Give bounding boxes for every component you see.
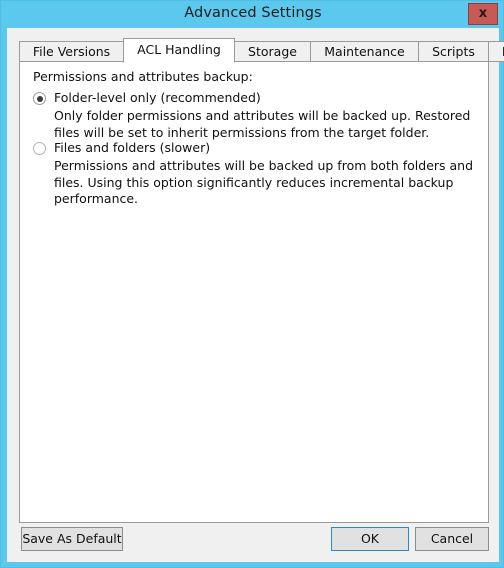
close-button[interactable]: x bbox=[468, 3, 498, 25]
radio-row[interactable]: Folder-level only (recommended) bbox=[33, 90, 477, 108]
close-icon: x bbox=[478, 6, 488, 21]
advanced-settings-dialog: Advanced Settings x File Versions ACL Ha… bbox=[0, 0, 504, 568]
window-title: Advanced Settings bbox=[184, 5, 322, 21]
option-description: Permissions and attributes will be backe… bbox=[54, 158, 474, 206]
radio-button-files-and-folders[interactable] bbox=[33, 142, 46, 155]
acl-handling-panel: Permissions and attributes backup: Folde… bbox=[19, 61, 489, 523]
tab-label: ACL Handling bbox=[137, 42, 221, 57]
radio-label: Files and folders (slower) bbox=[54, 140, 211, 155]
permissions-group-label: Permissions and attributes backup: bbox=[33, 69, 253, 84]
tab-acl-handling[interactable]: ACL Handling bbox=[123, 38, 235, 63]
tab-storage[interactable]: Storage bbox=[234, 41, 311, 62]
title-bar: Advanced Settings x bbox=[1, 1, 504, 28]
radio-label: Folder-level only (recommended) bbox=[54, 90, 261, 105]
cancel-button[interactable]: Cancel bbox=[415, 527, 489, 551]
tab-strip: File Versions ACL Handling Storage Maint… bbox=[19, 38, 504, 63]
option-description: Only folder permissions and attributes w… bbox=[54, 108, 471, 140]
save-as-default-button[interactable]: Save As Default bbox=[21, 527, 123, 551]
dialog-body: File Versions ACL Handling Storage Maint… bbox=[7, 28, 504, 562]
radio-button-folder-level-only[interactable] bbox=[33, 92, 46, 105]
tab-label: Storage bbox=[248, 44, 297, 59]
radio-row[interactable]: Files and folders (slower) bbox=[33, 140, 477, 158]
tab-notifications[interactable]: Notifications bbox=[488, 41, 504, 62]
tab-file-versions[interactable]: File Versions bbox=[19, 41, 124, 62]
tab-scripts[interactable]: Scripts bbox=[418, 41, 489, 62]
option-folder-level-only[interactable]: Folder-level only (recommended) Only fol… bbox=[33, 90, 477, 140]
tab-label: Maintenance bbox=[324, 44, 405, 59]
tab-label: File Versions bbox=[32, 44, 111, 59]
tab-maintenance[interactable]: Maintenance bbox=[310, 41, 419, 62]
ok-button[interactable]: OK bbox=[331, 527, 409, 551]
option-files-and-folders[interactable]: Files and folders (slower) Permissions a… bbox=[33, 140, 477, 206]
tab-label: Scripts bbox=[432, 44, 475, 59]
